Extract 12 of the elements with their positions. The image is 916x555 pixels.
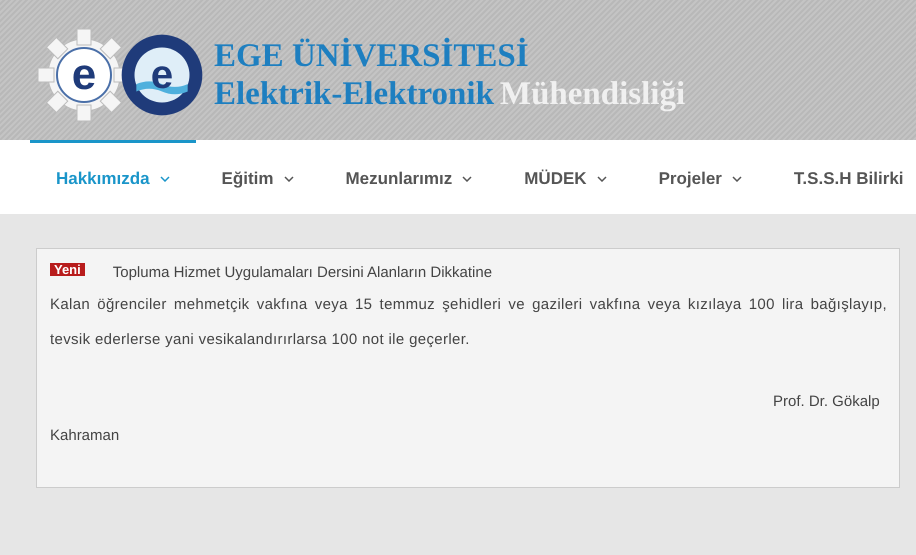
notice-text: Kalan öğrenciler mehmetçik vakfına veya 15 temmuz şehidleri ve gazileri vakfına veya kızılaya 100 lira bağışlayıp, tevsik ederlerse yani vesikalandırırlarsa 100 not ile geçerler. <box>50 295 887 350</box>
department-name: Elektrik-Elektronik <box>214 75 494 113</box>
notice-title: Topluma Hizmet Uygulamaları Dersini Alanların Dikkatine <box>112 263 492 283</box>
nav-tab[interactable]: Projeler <box>632 140 768 214</box>
new-badge: Yeni <box>50 263 85 276</box>
signature: Prof. Dr. Gökalp Kahraman <box>50 392 881 446</box>
nav-tab[interactable]: MÜDEK <box>498 140 633 214</box>
university-name: EGE ÜNİVERSİTESİ <box>214 37 530 75</box>
nav-tab[interactable]: Mezunlarımız <box>320 140 498 214</box>
nav-tab[interactable]: Eğitim <box>196 140 320 214</box>
department-suffix: Mühendisliği <box>500 75 686 113</box>
nav-tab[interactable]: T.S.S.H Bilirki <box>768 140 916 214</box>
